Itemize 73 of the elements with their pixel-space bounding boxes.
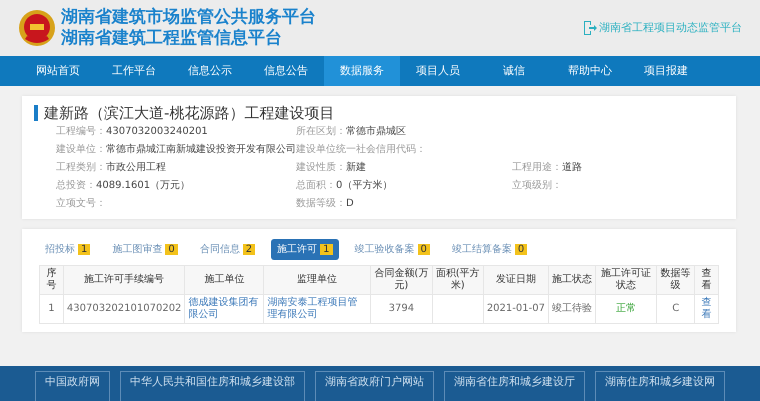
- field-value: 常德市鼎城区: [346, 126, 406, 137]
- tab[interactable]: 施工许可 1: [271, 239, 338, 260]
- column-header: 施工许可手续编号: [63, 266, 185, 294]
- nav-item[interactable]: 网站首页: [20, 56, 96, 86]
- column-header: 监理单位: [264, 266, 371, 294]
- column-header: 发证日期: [483, 266, 548, 294]
- count-badge: 1: [78, 244, 90, 255]
- count-badge: 1: [320, 244, 332, 255]
- column-header: 查看: [694, 266, 718, 294]
- nav-item[interactable]: 信息公告: [248, 56, 324, 86]
- field-label: 总投资：: [56, 180, 96, 191]
- field-label: 立项文号：: [56, 198, 106, 209]
- table-link[interactable]: 德成建设集团有限公司: [184, 294, 264, 324]
- column-header: 数据等级: [656, 266, 695, 294]
- nav-item[interactable]: 工作平台: [96, 56, 172, 86]
- project-title: 建新路（滨江大道-桃花源路）工程建设项目: [34, 105, 724, 121]
- field-label: 工程用途：: [512, 162, 562, 173]
- tab[interactable]: 合同信息 2: [194, 239, 262, 260]
- footer-link[interactable]: 湖南省政府门户网站: [315, 371, 434, 401]
- tab[interactable]: 竣工验收备案 0: [348, 239, 436, 260]
- field-label: 数据等级：: [296, 198, 346, 209]
- column-header: 合同金额(万元): [370, 266, 432, 294]
- count-badge: 0: [165, 244, 178, 255]
- column-header: 施工单位: [184, 266, 264, 294]
- emblem-icon: [18, 9, 56, 47]
- nav-item[interactable]: 项目人员: [400, 56, 476, 86]
- column-header: 面积(平方米): [432, 266, 484, 294]
- field-value: 0（平方米）: [336, 180, 392, 191]
- field-label: 所在区划：: [296, 126, 346, 137]
- field-value: 4089.1601（万元）: [96, 180, 190, 191]
- nav-item[interactable]: 帮助中心: [552, 56, 628, 86]
- table-cell: 3794: [370, 294, 432, 324]
- column-header: 施工状态: [548, 266, 596, 294]
- field-label: 工程类别：: [56, 162, 106, 173]
- field-label: 建设单位统一社会信用代码：: [296, 144, 426, 155]
- tab[interactable]: 竣工结算备案 0: [446, 239, 534, 260]
- column-header: 序号: [40, 266, 64, 294]
- footer-link[interactable]: 湖南省住房和城乡建设厅: [444, 371, 585, 401]
- field-value: D: [346, 198, 354, 209]
- footer-link[interactable]: 中华人民共和国住房和城乡建设部: [120, 371, 305, 401]
- nav-item[interactable]: 项目报建: [628, 56, 704, 86]
- tab[interactable]: 招投标 1: [39, 239, 96, 260]
- exit-icon: [582, 20, 596, 36]
- status-cell: 正常: [595, 294, 657, 324]
- field-value: 道路: [562, 162, 582, 173]
- site-title: 湖南省建筑工程监管信息平台: [61, 28, 283, 49]
- table-cell: 竣工待验: [548, 294, 596, 324]
- field-label: 建设性质：: [296, 162, 346, 173]
- count-badge: 0: [418, 244, 430, 255]
- field-value: 4307032003240201: [106, 126, 208, 137]
- footer-link[interactable]: 中国政府网: [35, 371, 110, 401]
- field-value: 常德市鼎城江南新城建设投资开发有限公司: [106, 144, 296, 155]
- field-value: 市政公用工程: [106, 162, 166, 173]
- count-badge: 2: [242, 244, 256, 255]
- table-link[interactable]: 查看: [694, 294, 718, 324]
- footer-link[interactable]: 湖南住房和城乡建设网: [595, 371, 725, 401]
- nav-item[interactable]: 诚信: [476, 56, 552, 86]
- table-cell: C: [656, 294, 695, 324]
- table-cell: 1: [40, 294, 64, 324]
- nav-item[interactable]: 数据服务: [324, 56, 400, 86]
- field-label: 工程编号：: [56, 126, 106, 137]
- count-badge: 0: [514, 244, 528, 255]
- field-label: 立项级别：: [512, 180, 562, 191]
- table-cell: 430703202101070202: [63, 294, 185, 324]
- nav-item[interactable]: 信息公示: [172, 56, 248, 86]
- field-value: 新建: [346, 162, 366, 173]
- tab[interactable]: 施工图审查 0: [106, 239, 184, 260]
- table-cell: 2021-01-07: [483, 294, 548, 324]
- field-label: 建设单位：: [56, 144, 106, 155]
- site-title: 湖南省建筑市场监管公共服务平台: [61, 7, 316, 28]
- table-link[interactable]: 湖南安泰工程项目管理有限公司: [264, 294, 371, 324]
- field-label: 总面积：: [296, 180, 336, 191]
- column-header: 施工许可证状态: [595, 266, 657, 294]
